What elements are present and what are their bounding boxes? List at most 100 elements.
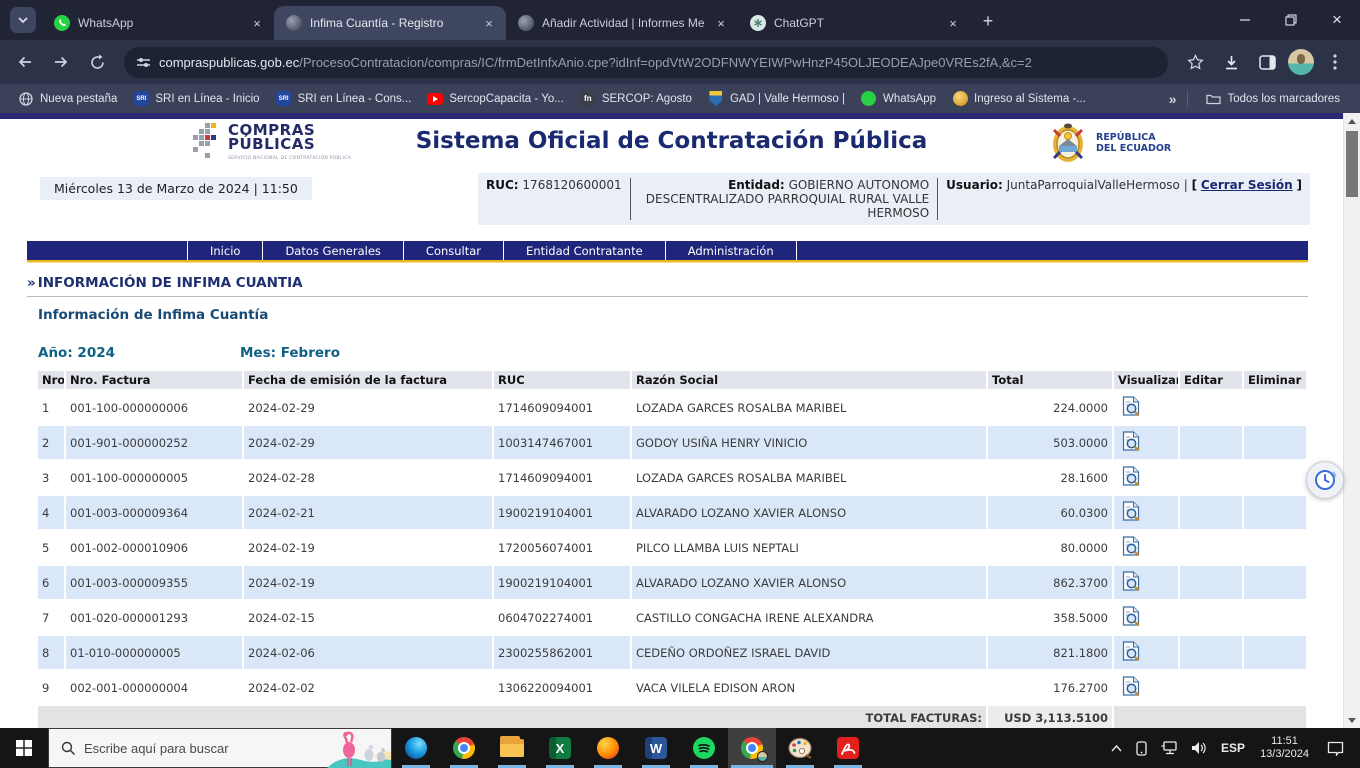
search-highlight-flamingo-icon <box>327 728 391 768</box>
taskbar-chrome-active[interactable] <box>728 728 776 768</box>
bookmark-gad-valle-hermoso[interactable]: GAD | Valle Hermoso | <box>700 88 853 110</box>
col-header-factura: Nro. Factura <box>66 371 242 389</box>
acrobat-icon <box>837 737 859 759</box>
start-button[interactable] <box>0 728 48 768</box>
bookmark-ingreso-sistema[interactable]: Ingreso al Sistema -... <box>944 88 1094 110</box>
fn-icon: fn <box>580 91 596 107</box>
tab-whatsapp[interactable]: WhatsApp × <box>42 6 274 40</box>
visualizar-button[interactable] <box>1122 536 1140 556</box>
scrollbar-thumb[interactable] <box>1346 131 1358 197</box>
taskbar-file-explorer[interactable] <box>488 728 536 768</box>
tray-chevron-icon[interactable] <box>1104 728 1129 768</box>
folder-icon <box>1206 91 1222 107</box>
taskbar-excel[interactable]: X <box>536 728 584 768</box>
excel-icon: X <box>549 737 571 759</box>
cell-razon: CEDEÑO ORDOÑEZ ISRAEL DAVID <box>632 636 986 669</box>
visualizar-button[interactable] <box>1122 571 1140 591</box>
visualizar-doc-icon <box>1122 466 1140 486</box>
chrome-icon <box>453 737 475 759</box>
taskbar-chrome[interactable] <box>440 728 488 768</box>
taskbar-acrobat[interactable] <box>824 728 872 768</box>
visualizar-button[interactable] <box>1122 466 1140 486</box>
cell-fecha: 2024-02-29 <box>244 426 492 459</box>
invoices-table: Nro Nro. Factura Fecha de emisión de la … <box>36 369 1308 728</box>
taskbar-spotify[interactable] <box>680 728 728 768</box>
nav-inicio[interactable]: Inicio <box>187 241 263 260</box>
tab-close-icon[interactable]: × <box>944 14 962 32</box>
cell-factura: 01-010-000000005 <box>66 636 242 669</box>
bookmark-star-icon[interactable] <box>1180 47 1210 77</box>
taskbar-edge[interactable] <box>392 728 440 768</box>
new-tab-button[interactable]: + <box>974 7 1002 35</box>
chatgpt-favicon-icon <box>750 15 766 31</box>
bookmark-label: SRI en Línea - Cons... <box>298 93 412 105</box>
year-label: Año: 2024 <box>38 345 240 361</box>
visualizar-button[interactable] <box>1122 501 1140 521</box>
bookmark-label: GAD | Valle Hermoso | <box>730 93 845 105</box>
action-center-icon[interactable] <box>1317 728 1354 768</box>
bookmark-sri-inicio[interactable]: SRI SRI en Línea - Inicio <box>125 88 267 110</box>
visualizar-button[interactable] <box>1122 641 1140 661</box>
taskbar-firefox[interactable] <box>584 728 632 768</box>
nav-consultar[interactable]: Consultar <box>404 241 504 260</box>
windows-icon <box>16 740 32 756</box>
taskbar-apps: X W <box>392 728 872 768</box>
section-title: Información de Infima Cuantía <box>38 307 1343 323</box>
profile-avatar[interactable] <box>1288 49 1314 75</box>
visualizar-button[interactable] <box>1122 676 1140 696</box>
browser-toolbar: compraspublicas.gob.ec/ProcesoContrataci… <box>0 40 1360 84</box>
close-window-button[interactable]: × <box>1314 0 1360 40</box>
taskbar-word[interactable]: W <box>632 728 680 768</box>
ecuador-seal-icon <box>1046 120 1090 172</box>
tray-clock[interactable]: 11:51 13/3/2024 <box>1252 735 1317 761</box>
tray-network-icon[interactable] <box>1154 728 1184 768</box>
downloads-icon[interactable] <box>1216 47 1246 77</box>
cell-razon: LOZADA GARCES ROSALBA MARIBEL <box>632 391 986 424</box>
tab-close-icon[interactable]: × <box>712 14 730 32</box>
visualizar-button[interactable] <box>1122 396 1140 416</box>
total-row: TOTAL FACTURAS: USD 3,113.5100 <box>38 706 1306 728</box>
cell-fecha: 2024-02-28 <box>244 461 492 494</box>
tray-language[interactable]: ESP <box>1214 728 1252 768</box>
back-button[interactable] <box>10 47 40 77</box>
clock-overlay-widget[interactable] <box>1306 461 1344 499</box>
tray-phone-icon[interactable] <box>1129 728 1154 768</box>
bookmark-nueva-pestana[interactable]: Nueva pestaña <box>10 88 125 110</box>
tab-anadir-actividad[interactable]: Añadir Actividad | Informes Me × <box>506 6 738 40</box>
scroll-up-arrow[interactable] <box>1344 113 1360 129</box>
tray-volume-icon[interactable] <box>1184 728 1214 768</box>
bookmark-sri-consultas[interactable]: SRI SRI en Línea - Cons... <box>268 88 420 110</box>
nav-administracion[interactable]: Administración <box>666 241 797 260</box>
all-bookmarks-button[interactable]: Todos los marcadores <box>1198 88 1349 110</box>
tab-chatgpt[interactable]: ChatGPT × <box>738 6 970 40</box>
forward-button[interactable] <box>46 47 76 77</box>
bookmarks-overflow-chevron[interactable]: » <box>1169 91 1177 107</box>
bookmark-whatsapp[interactable]: WhatsApp <box>853 88 944 110</box>
browser-menu-icon[interactable] <box>1320 47 1350 77</box>
site-settings-icon[interactable] <box>136 55 151 70</box>
cell-factura: 001-003-000009364 <box>66 496 242 529</box>
visualizar-button[interactable] <box>1122 431 1140 451</box>
restore-button[interactable] <box>1268 0 1314 40</box>
site-header: COMPRAS PÚBLICAS SERVICIO NACIONAL DE CO… <box>0 119 1343 171</box>
visualizar-button[interactable] <box>1122 606 1140 626</box>
bookmark-sercop-agosto[interactable]: fn SERCOP: Agosto <box>572 88 700 110</box>
tab-close-icon[interactable]: × <box>480 14 498 32</box>
taskbar-search[interactable]: Escribe aquí para buscar <box>48 728 392 768</box>
minimize-button[interactable] <box>1222 0 1268 40</box>
address-bar[interactable]: compraspublicas.gob.ec/ProcesoContrataci… <box>124 47 1168 78</box>
tab-close-icon[interactable]: × <box>248 14 266 32</box>
nav-datos-generales[interactable]: Datos Generales <box>263 241 403 260</box>
cell-ruc: 1900219104001 <box>494 566 630 599</box>
tab-search-button[interactable] <box>10 7 36 33</box>
scroll-down-arrow[interactable] <box>1344 712 1360 728</box>
page-scrollbar[interactable] <box>1343 113 1360 728</box>
nav-entidad-contratante[interactable]: Entidad Contratante <box>504 241 666 260</box>
logout-link[interactable]: Cerrar Sesión <box>1201 178 1293 192</box>
bookmark-sercopcapacita[interactable]: SercopCapacita - Yo... <box>419 88 571 110</box>
cell-editar <box>1180 566 1242 599</box>
taskbar-paint[interactable] <box>776 728 824 768</box>
reload-button[interactable] <box>82 47 112 77</box>
side-panel-icon[interactable] <box>1252 47 1282 77</box>
tab-infima-cuantia[interactable]: Infima Cuantía - Registro × <box>274 6 506 40</box>
